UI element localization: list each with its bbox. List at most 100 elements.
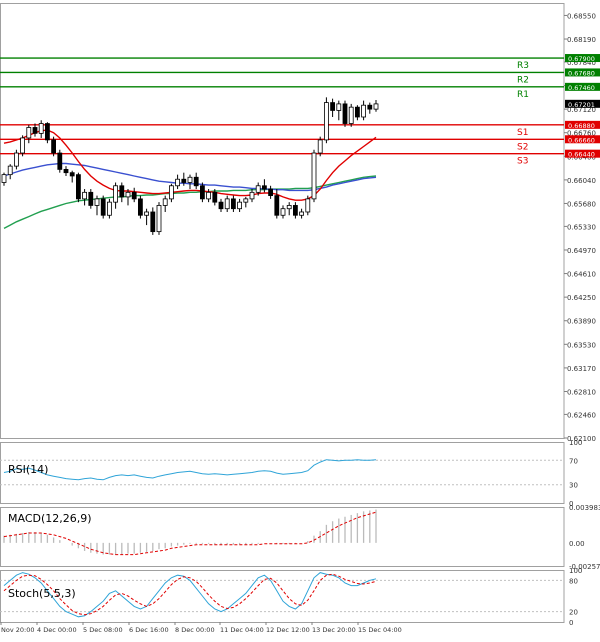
candle-body xyxy=(224,198,230,210)
candle-body xyxy=(45,123,50,141)
pivot-level-name: R2 xyxy=(517,75,529,85)
macd-tick-label: 0.003983 xyxy=(569,504,600,512)
price-tick-label: 0.63890 xyxy=(567,318,596,326)
candle-body xyxy=(292,205,298,216)
candle-body xyxy=(311,152,317,200)
candle-body xyxy=(125,191,131,198)
pivot-level-price: 0.67680 xyxy=(568,69,595,77)
time-tick-label: 13 Dec 20:00 xyxy=(312,626,356,634)
rsi-tick-label: 30 xyxy=(569,482,578,490)
candle-body xyxy=(51,139,56,154)
candle-body xyxy=(76,174,81,200)
pivot-level-name: R1 xyxy=(517,90,529,100)
candle-body xyxy=(32,127,38,134)
price-tick-label: 0.62810 xyxy=(567,388,596,396)
candle-body xyxy=(373,103,379,110)
pivot-level-price: 0.66660 xyxy=(568,136,595,144)
candle-body xyxy=(7,165,13,176)
panel-frame-1 xyxy=(0,442,565,504)
candle-body xyxy=(187,176,193,183)
rsi-tick-label: 100 xyxy=(569,439,582,447)
candle-body xyxy=(206,191,212,200)
candle-body xyxy=(354,106,360,118)
pivot-level-name: S1 xyxy=(517,128,528,138)
candle-body xyxy=(261,185,267,190)
candle-body xyxy=(144,211,150,216)
candle-body xyxy=(168,185,174,200)
pivot-level-price: 0.66880 xyxy=(568,122,595,130)
pivot-level-name: R3 xyxy=(517,61,529,71)
time-tick-label: 12 Dec 12:00 xyxy=(266,626,310,634)
panel-frame-0 xyxy=(0,3,565,439)
price-tick-label: 0.68190 xyxy=(567,36,596,44)
stoch-tick-label: 20 xyxy=(569,609,578,617)
price-tick-label: 0.66040 xyxy=(567,177,596,185)
candle-body xyxy=(181,178,187,183)
candle-body xyxy=(63,169,69,174)
candle-body xyxy=(237,201,243,210)
candle-body xyxy=(268,188,274,197)
pivot-level-price: 0.66440 xyxy=(568,151,595,159)
stoch-tick-label: 100 xyxy=(569,567,582,575)
time-tick-label: 8 Dec 00:00 xyxy=(175,626,215,634)
candle-body xyxy=(255,185,261,193)
pivot-level-price: 0.67460 xyxy=(568,84,595,92)
candle-body xyxy=(330,102,336,111)
price-tick-label: 0.63530 xyxy=(567,341,596,349)
pivot-level-name: S2 xyxy=(517,142,528,152)
candle-body xyxy=(342,103,348,124)
candle-body xyxy=(175,178,181,187)
chart-svg: 0.685500.681900.678400.674800.671200.667… xyxy=(0,3,600,634)
chart: 0.685500.681900.678400.674800.671200.667… xyxy=(0,0,600,638)
candle-body xyxy=(13,152,19,167)
candle-body xyxy=(88,191,94,206)
candle-body xyxy=(218,201,224,210)
price-tick-label: 0.64970 xyxy=(567,247,596,255)
candle-body xyxy=(249,191,255,200)
candle-body xyxy=(212,191,218,203)
candle-body xyxy=(150,211,156,233)
price-tick-label: 0.64250 xyxy=(567,294,596,302)
candle-body xyxy=(100,198,106,216)
current-price-label: 0.67201 xyxy=(568,101,595,109)
candle-body xyxy=(82,191,87,200)
rsi-label: RSI(14) xyxy=(8,463,48,476)
candle-body xyxy=(348,106,354,124)
candle-body xyxy=(193,176,199,187)
candle-body xyxy=(286,205,292,210)
price-tick-label: 0.64610 xyxy=(567,271,596,279)
rsi-tick-label: 70 xyxy=(569,457,578,465)
candle-body xyxy=(156,205,162,233)
macd-label: MACD(12,26,9) xyxy=(8,512,92,525)
candle-body xyxy=(230,198,236,210)
candle-body xyxy=(274,195,280,216)
candle-body xyxy=(323,102,329,141)
pivot-level-name: S3 xyxy=(517,157,528,167)
candle-body xyxy=(199,185,205,200)
candle-body xyxy=(1,174,7,183)
price-tick-label: 0.62460 xyxy=(567,411,596,419)
price-tick-label: 0.68550 xyxy=(567,12,596,20)
time-tick-label: 15 Dec 04:00 xyxy=(358,626,402,634)
candle-body xyxy=(113,185,118,203)
candle-body xyxy=(137,198,143,216)
candle-body xyxy=(69,172,75,177)
time-tick-label: 4 Dec 00:00 xyxy=(37,626,77,634)
stoch-label: Stoch(5,5,3) xyxy=(8,587,76,600)
candle-body xyxy=(94,198,100,206)
time-tick-label: 6 Dec 16:00 xyxy=(129,626,169,634)
candle-body xyxy=(336,103,342,111)
candle-body xyxy=(361,104,367,118)
candle-body xyxy=(38,123,44,134)
candle-body xyxy=(57,152,63,170)
macd-tick-label: 0.00 xyxy=(569,540,585,548)
stoch-tick-label: 0 xyxy=(569,619,573,627)
candle-body xyxy=(162,198,168,206)
pivot-level-price: 0.67900 xyxy=(568,55,595,63)
candle-body xyxy=(299,211,305,216)
candle-body xyxy=(243,198,249,203)
time-tick-label: 11 Dec 04:00 xyxy=(220,626,264,634)
candle-body xyxy=(107,201,112,216)
candle-body xyxy=(305,198,311,213)
stoch-tick-label: 80 xyxy=(569,577,578,585)
